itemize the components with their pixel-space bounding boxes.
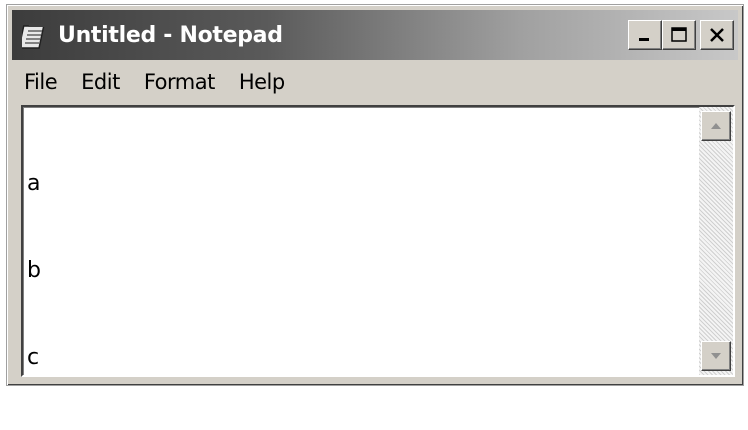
notepad-icon[interactable] [22, 20, 52, 50]
maximize-button[interactable] [662, 20, 696, 50]
close-button[interactable] [700, 20, 734, 50]
minimize-icon [639, 38, 649, 41]
menu-bar: File Edit Format Help [12, 63, 738, 101]
scroll-down-arrow-icon [711, 353, 721, 359]
title-buttons [628, 20, 734, 50]
notepad-window: Untitled - Notepad File Edit Format Help… [6, 4, 744, 386]
scroll-down-button[interactable] [701, 341, 731, 371]
close-icon [710, 28, 724, 42]
maximize-icon [671, 27, 687, 42]
vertical-scrollbar[interactable] [699, 107, 733, 375]
minimize-button[interactable] [628, 20, 662, 50]
menu-file[interactable]: File [24, 70, 58, 94]
text-line: c [27, 345, 40, 370]
text-line: b [27, 258, 41, 283]
scroll-up-arrow-icon [711, 123, 721, 129]
text-editor[interactable]: a b c [21, 105, 735, 377]
menu-format[interactable]: Format [144, 70, 216, 94]
title-bar[interactable]: Untitled - Notepad [12, 10, 738, 60]
text-content[interactable]: a b c [27, 111, 695, 373]
window-title: Untitled - Notepad [58, 22, 283, 48]
scroll-up-button[interactable] [701, 111, 731, 141]
menu-help[interactable]: Help [239, 70, 285, 94]
menu-edit[interactable]: Edit [81, 70, 120, 94]
text-line: a [27, 171, 41, 196]
